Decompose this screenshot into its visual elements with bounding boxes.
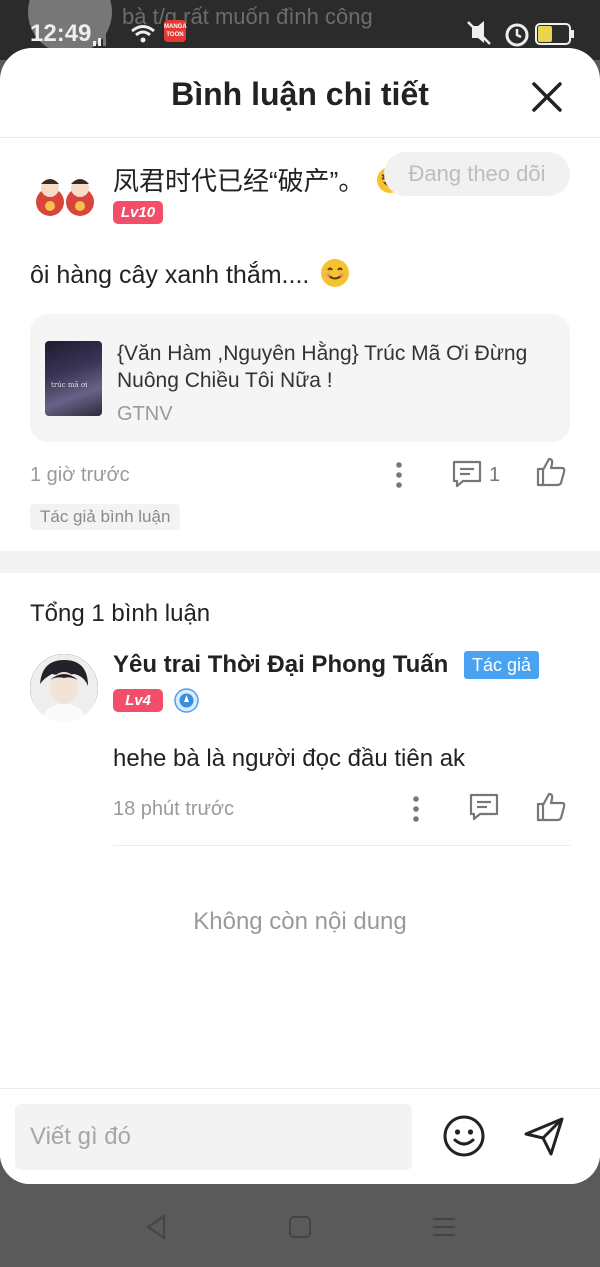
comment-icon[interactable]	[451, 459, 483, 489]
comment-input[interactable]	[15, 1104, 412, 1170]
reply-count: 1	[489, 464, 501, 486]
more-icon[interactable]	[405, 794, 427, 824]
back-icon[interactable]	[144, 1214, 168, 1240]
reply-username[interactable]: Yêu trai Thời Đại Phong Tuấn	[113, 651, 448, 679]
commenter-name-text: 凤君时代已经“破产”。	[113, 166, 365, 196]
commenter-avatar[interactable]	[32, 166, 98, 232]
menu-icon[interactable]	[431, 1215, 457, 1239]
avatar[interactable]	[30, 654, 98, 722]
linked-book-card[interactable]: trúc mã ơi {Văn Hàm ,Nguyên Hằng} Trúc M…	[30, 314, 570, 442]
wifi-icon	[131, 25, 155, 43]
manga-toon-app-icon: MANGA TOON	[164, 20, 187, 42]
comment-icon[interactable]	[468, 792, 500, 822]
reply-separator	[113, 845, 570, 846]
book-cover-title: trúc mã ơi	[51, 381, 88, 389]
comment-composer	[0, 1088, 600, 1184]
page-title: Bình luận chi tiết	[171, 76, 429, 112]
book-cover: trúc mã ơi	[45, 341, 102, 416]
level-badge: Lv10	[113, 201, 163, 224]
comment-text-content: ôi hàng cây xanh thắm....	[30, 261, 310, 289]
section-divider	[0, 551, 600, 573]
author-comment-tag: Tác giả bình luận	[30, 504, 181, 530]
book-subtitle: GTNV	[117, 403, 173, 425]
replies-total: Tổng 1 bình luận	[30, 600, 211, 627]
smile-emoji-icon	[321, 259, 350, 287]
comment-text: ôi hàng cây xanh thắm....	[30, 258, 350, 290]
alarm-icon	[505, 23, 529, 47]
following-button[interactable]: Đang theo dõi	[384, 152, 570, 196]
comment-timestamp: 1 giờ trước	[30, 464, 130, 486]
more-icon[interactable]	[388, 460, 410, 490]
battery-icon	[535, 23, 574, 45]
level-badge: Lv4	[113, 689, 163, 712]
reply-text: hehe bà là người đọc đầu tiên ak	[113, 745, 466, 772]
like-icon[interactable]	[535, 456, 567, 488]
commenter-name[interactable]: 凤君时代已经“破产”。	[113, 161, 404, 198]
book-title: {Văn Hàm ,Nguyên Hằng} Trúc Mã Ơi Đừng N…	[117, 342, 528, 392]
status-time: 12:49	[30, 20, 92, 47]
system-navigation-bar	[0, 1184, 600, 1267]
send-icon[interactable]	[522, 1114, 566, 1158]
author-badge: Tác giả	[464, 651, 540, 679]
emoji-icon[interactable]	[442, 1114, 486, 1158]
signal-icon	[93, 34, 106, 46]
badge-icon	[174, 688, 199, 713]
end-of-content-label: Không còn nội dung	[193, 908, 407, 935]
reply-timestamp: 18 phút trước	[113, 798, 235, 820]
like-icon[interactable]	[535, 791, 567, 823]
sheet-header: Bình luận chi tiết	[0, 48, 600, 138]
comment-detail-sheet: Bình luận chi tiết 凤君时代已经“破产”。 Đang theo…	[0, 48, 600, 1184]
screen: bà t/g rất muốn đình công 12:49 MANGA TO…	[0, 0, 600, 1267]
mute-icon	[467, 21, 491, 45]
status-bar: 12:49 MANGA TOON	[0, 16, 600, 52]
status-right-icons	[467, 21, 574, 47]
reply-avatar-art	[30, 654, 98, 722]
close-icon[interactable]	[530, 80, 564, 114]
home-icon[interactable]	[288, 1215, 312, 1239]
